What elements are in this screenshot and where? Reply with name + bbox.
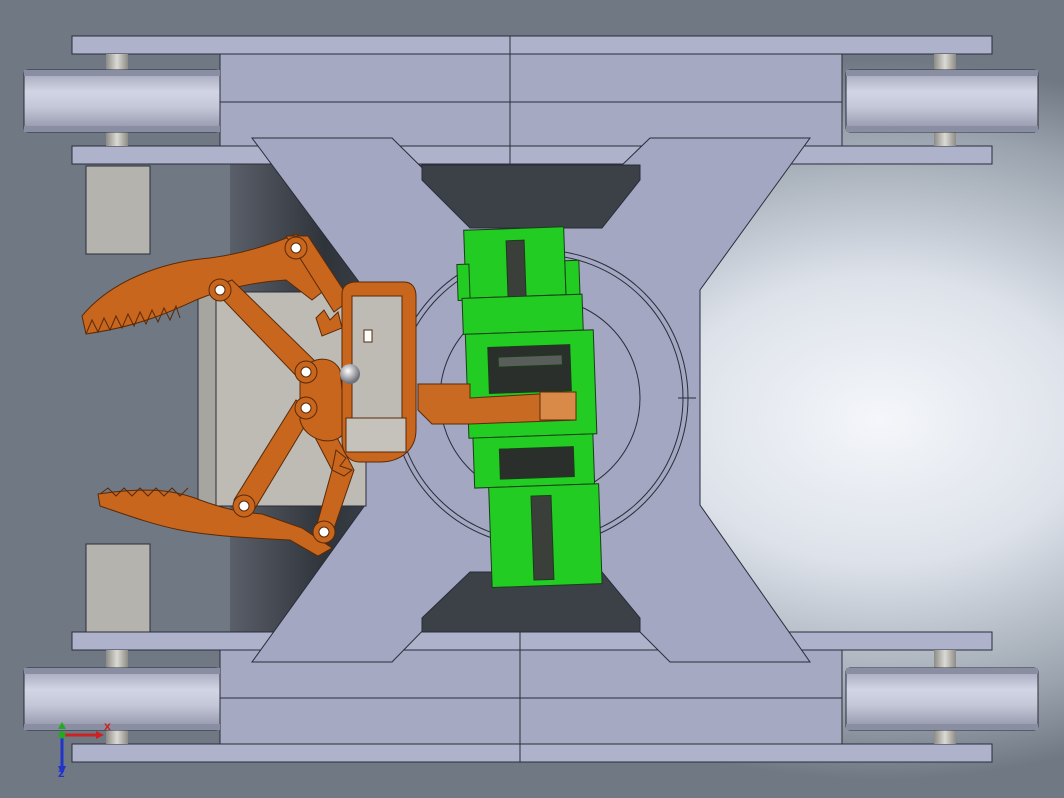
triad-x-label: X — [104, 723, 111, 733]
cad-viewport[interactable]: X Z — [0, 0, 1064, 798]
triad-z-label: Z — [58, 770, 65, 780]
wheel-front-right[interactable] — [845, 54, 1039, 146]
wheel-rear-right[interactable] — [845, 650, 1039, 744]
sensor-block-upper — [85, 165, 151, 255]
wheel-front-left[interactable] — [23, 54, 221, 146]
sensor-block-lower — [85, 543, 151, 633]
wrist-ball-joint — [340, 364, 360, 384]
model-scene[interactable] — [0, 0, 1064, 798]
wheel-rear-left[interactable] — [23, 650, 221, 744]
